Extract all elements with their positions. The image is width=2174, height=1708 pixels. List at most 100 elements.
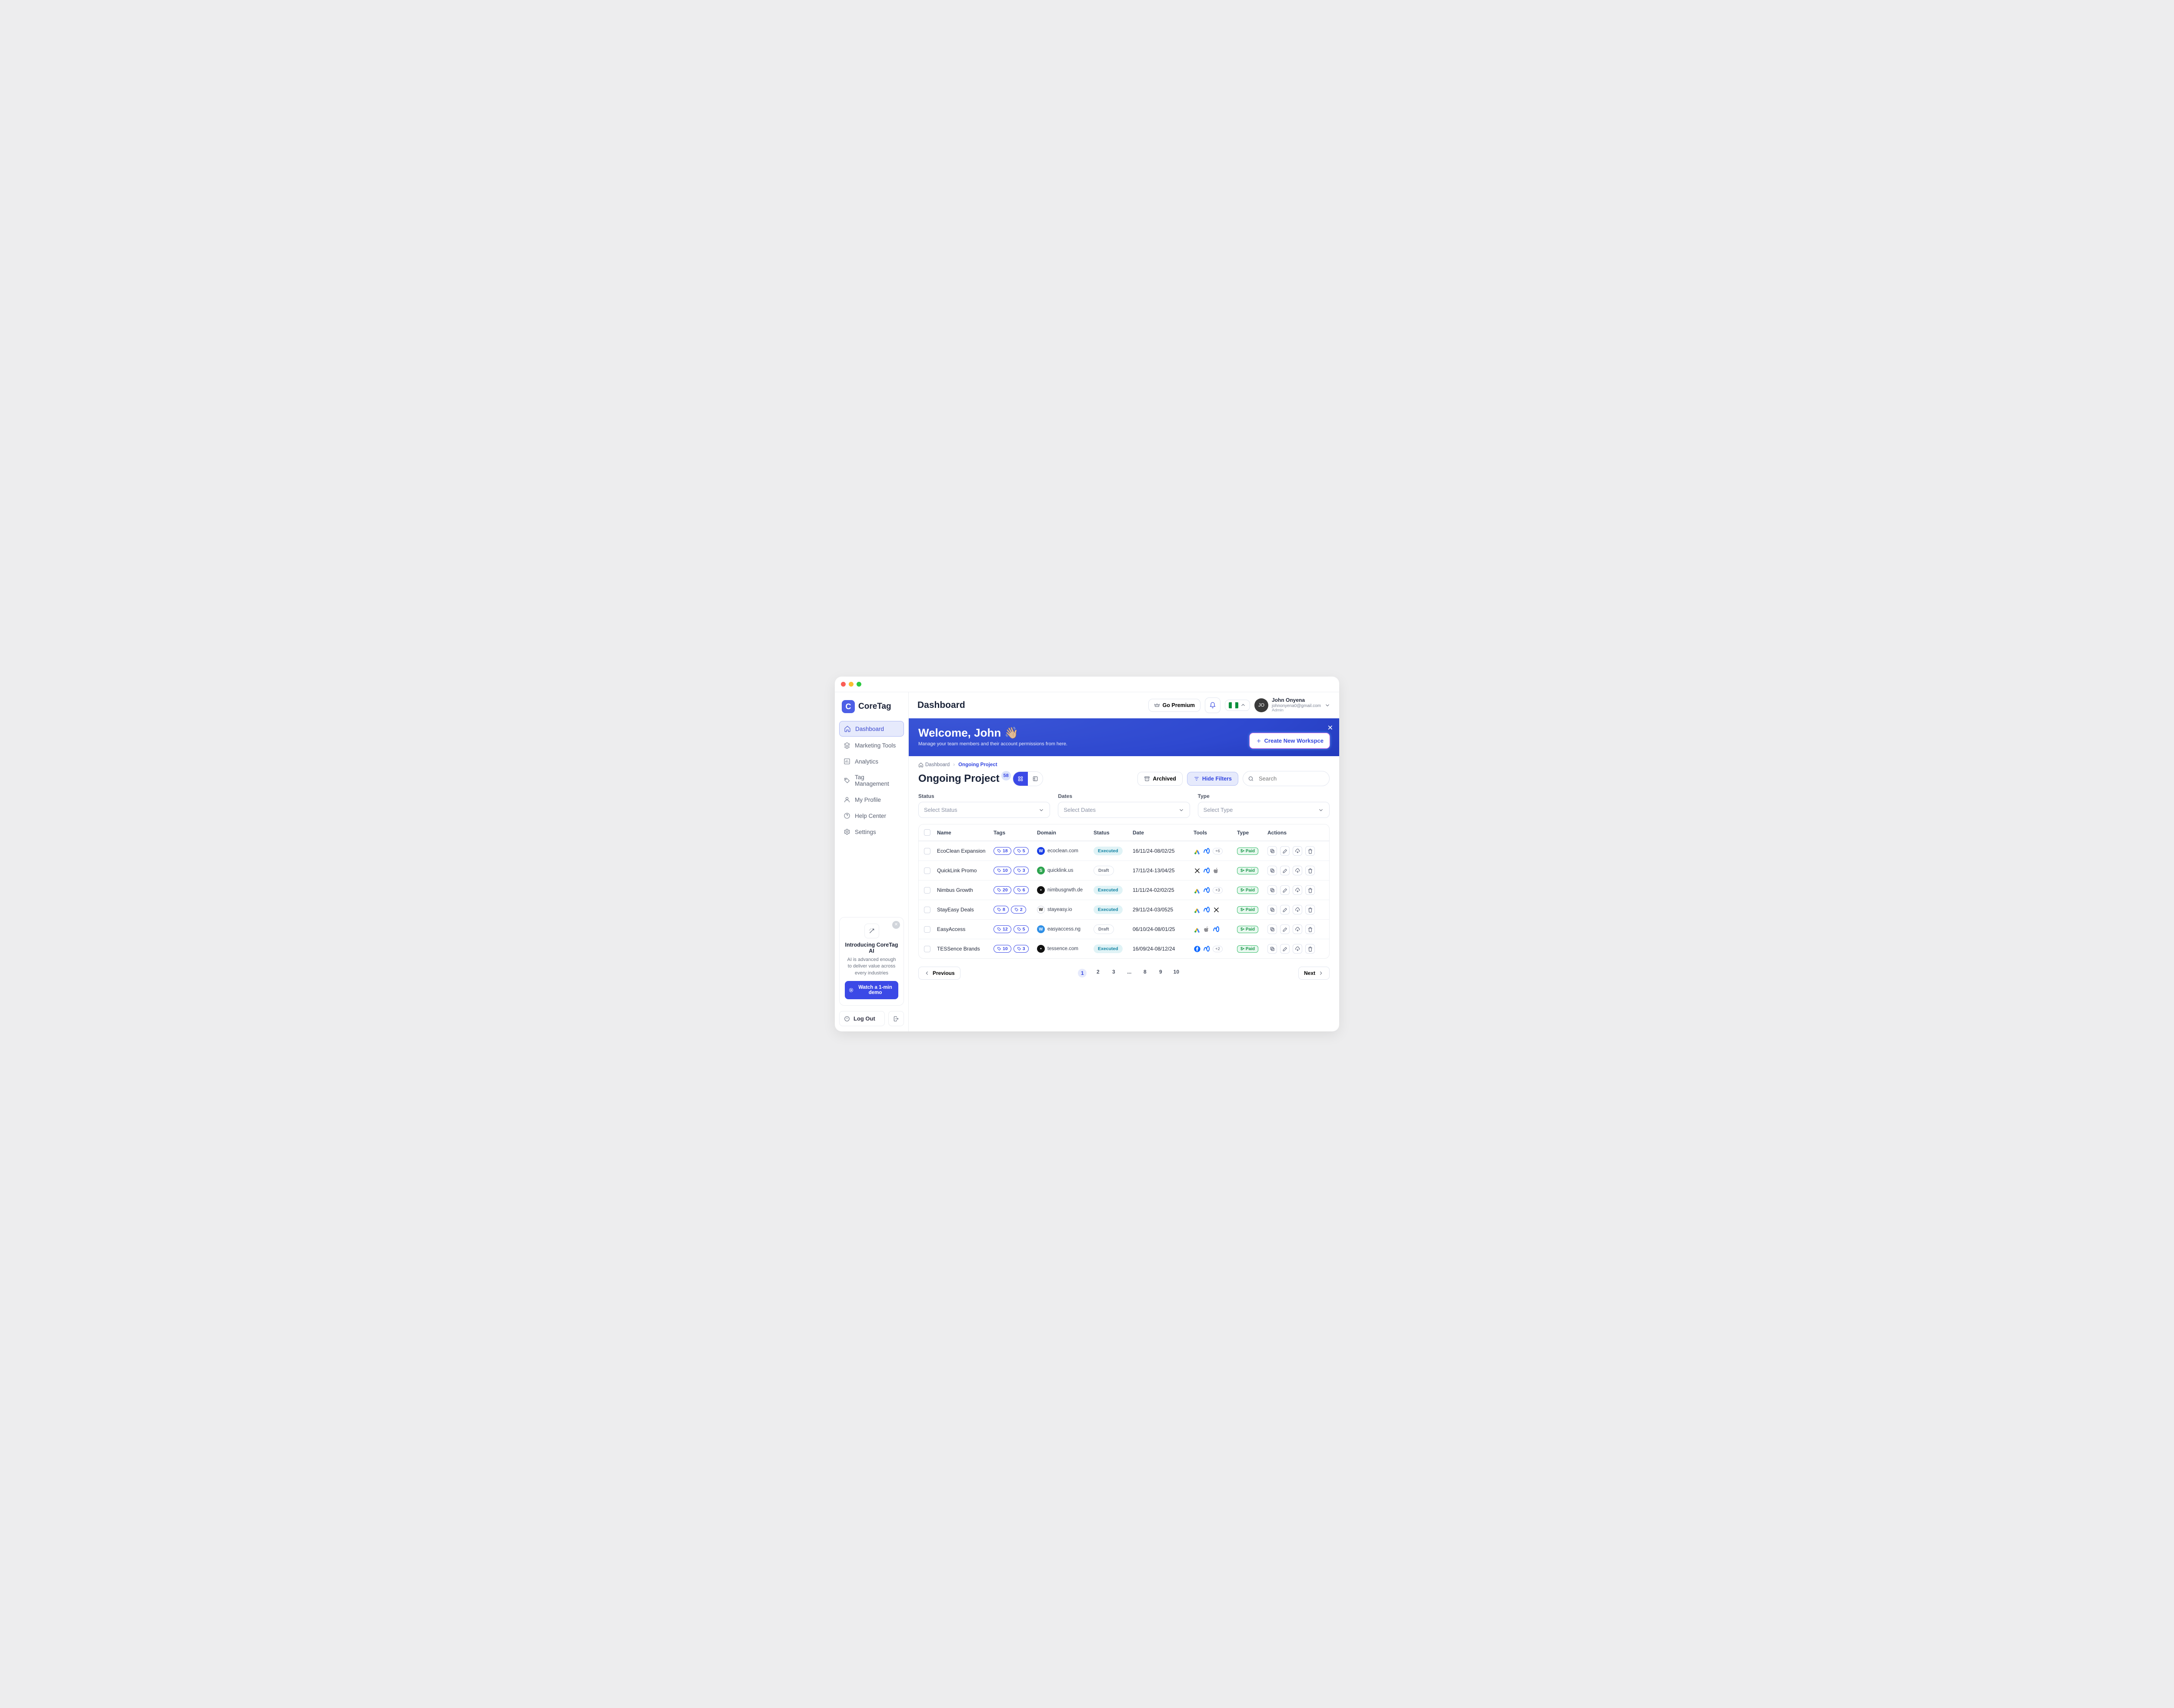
row-trash-button[interactable]: [1305, 905, 1315, 914]
row-checkbox[interactable]: [924, 887, 930, 894]
row-edit-button[interactable]: [1280, 885, 1290, 895]
row-checkbox[interactable]: [924, 946, 930, 952]
row-trash-button[interactable]: [1305, 846, 1315, 856]
domain-cell: S quicklink.us: [1037, 867, 1094, 874]
row-edit-button[interactable]: [1280, 866, 1290, 875]
row-share-button[interactable]: [1293, 905, 1302, 914]
user-menu[interactable]: JO John Onyena johnonyena0@gmail.com Adm…: [1254, 697, 1330, 713]
pager-page[interactable]: 8: [1140, 969, 1149, 977]
window-close-dot[interactable]: [841, 682, 846, 687]
sidebar-item-my-profile[interactable]: My Profile: [839, 792, 904, 807]
favicon-icon: •: [1037, 945, 1045, 953]
search-input[interactable]: [1243, 771, 1330, 786]
tools-cell: [1194, 906, 1237, 914]
pager-page[interactable]: 10: [1172, 969, 1180, 977]
tools-more-chip[interactable]: +3: [1213, 887, 1223, 894]
sidebar-item-help-center[interactable]: Help Center: [839, 808, 904, 823]
tag-count-primary[interactable]: 20: [994, 886, 1011, 894]
row-share-button[interactable]: [1293, 924, 1302, 934]
archived-button[interactable]: Archived: [1137, 772, 1183, 786]
pager-page[interactable]: 9: [1156, 969, 1165, 977]
row-share-button[interactable]: [1293, 885, 1302, 895]
sidebar-item-tag-management[interactable]: Tag Management: [839, 770, 904, 791]
notifications-button[interactable]: [1205, 697, 1220, 713]
tag-count-primary[interactable]: 18: [994, 847, 1011, 855]
favicon-icon: •: [1037, 886, 1045, 894]
tag-pills: 10 3: [994, 945, 1037, 953]
filter-dates-select[interactable]: Select Dates: [1058, 802, 1190, 818]
row-copy-button[interactable]: [1267, 944, 1277, 954]
tag-count-primary[interactable]: 10: [994, 945, 1011, 953]
row-edit-button[interactable]: [1280, 924, 1290, 934]
split-view-button[interactable]: [1028, 772, 1043, 786]
row-checkbox[interactable]: [924, 907, 930, 913]
row-edit-button[interactable]: [1280, 905, 1290, 914]
wand-icon: [864, 924, 879, 938]
row-checkbox[interactable]: [924, 848, 930, 854]
tag-count-secondary[interactable]: 3: [1014, 867, 1029, 874]
ai-promo-close[interactable]: ✕: [892, 921, 900, 929]
row-edit-button[interactable]: [1280, 944, 1290, 954]
pager-page[interactable]: 1: [1078, 969, 1087, 977]
tools-more-chip[interactable]: +6: [1213, 848, 1223, 854]
tag-count-primary[interactable]: 10: [994, 867, 1011, 874]
row-copy-button[interactable]: [1267, 866, 1277, 875]
sidebar-item-settings[interactable]: Settings: [839, 824, 904, 839]
go-premium-button[interactable]: Go Premium: [1148, 699, 1200, 712]
tag-count-secondary[interactable]: 3: [1014, 945, 1029, 953]
tag-count-secondary[interactable]: 5: [1014, 847, 1029, 855]
pager-page[interactable]: 3: [1109, 969, 1118, 977]
filter-status-select[interactable]: Select Status: [918, 802, 1050, 818]
sidebar-item-dashboard[interactable]: Dashboard: [839, 721, 904, 737]
row-trash-button[interactable]: [1305, 866, 1315, 875]
exit-icon-button[interactable]: [888, 1011, 904, 1026]
table-row: EcoClean Expansion 18 5 W ecoclean.com E…: [919, 841, 1329, 861]
ai-promo-cta-button[interactable]: Watch a 1-min demo: [845, 981, 898, 999]
tools-more-chip[interactable]: +2: [1213, 946, 1223, 952]
row-copy-button[interactable]: [1267, 905, 1277, 914]
locale-picker[interactable]: [1225, 700, 1250, 711]
select-all-checkbox[interactable]: [924, 829, 930, 836]
row-actions: [1267, 924, 1324, 934]
row-share-button[interactable]: [1293, 944, 1302, 954]
row-trash-button[interactable]: [1305, 944, 1315, 954]
sidebar-item-analytics[interactable]: Analytics: [839, 754, 904, 769]
sidebar-item-label: Tag Management: [855, 774, 900, 787]
row-share-button[interactable]: [1293, 846, 1302, 856]
tag-count-secondary[interactable]: 2: [1011, 906, 1026, 914]
logout-button[interactable]: Log Out: [839, 1011, 885, 1026]
pager-next-button[interactable]: Next: [1298, 967, 1330, 980]
row-checkbox[interactable]: [924, 926, 930, 933]
window-zoom-dot[interactable]: [857, 682, 861, 687]
pagination: Previous 123...8910 Next: [909, 962, 1339, 987]
favicon-icon: S: [1037, 867, 1045, 874]
window-minimize-dot[interactable]: [849, 682, 854, 687]
wave-emoji: 👋🏼: [1004, 726, 1018, 740]
row-copy-button[interactable]: [1267, 885, 1277, 895]
tag-count-secondary[interactable]: 6: [1014, 886, 1029, 894]
filter-type-select[interactable]: Select Type: [1198, 802, 1330, 818]
create-workspace-button[interactable]: Create New Workspce: [1250, 733, 1330, 748]
pager-page[interactable]: 2: [1094, 969, 1102, 977]
breadcrumb-root[interactable]: Dashboard: [918, 762, 950, 767]
row-edit-button[interactable]: [1280, 846, 1290, 856]
row-trash-button[interactable]: [1305, 885, 1315, 895]
project-name: EasyAccess: [937, 926, 994, 932]
date-range: 29/11/24-03/0525: [1133, 907, 1194, 913]
pager-prev-button[interactable]: Previous: [918, 967, 960, 980]
row-copy-button[interactable]: [1267, 846, 1277, 856]
sidebar-item-marketing-tools[interactable]: Marketing Tools: [839, 738, 904, 753]
row-copy-button[interactable]: [1267, 924, 1277, 934]
tag-count-secondary[interactable]: 5: [1014, 925, 1029, 933]
row-trash-button[interactable]: [1305, 924, 1315, 934]
grid-view-button[interactable]: [1013, 772, 1028, 786]
tag-count-primary[interactable]: 8: [994, 906, 1009, 914]
project-name: TESSence Brands: [937, 946, 994, 952]
row-checkbox[interactable]: [924, 867, 930, 874]
avatar: JO: [1254, 698, 1268, 712]
tag-count-primary[interactable]: 12: [994, 925, 1011, 933]
banner-close-icon[interactable]: ✕: [1327, 724, 1333, 732]
main-area: Dashboard Go Premium JO: [909, 692, 1339, 1031]
hide-filters-button[interactable]: Hide Filters: [1187, 772, 1238, 786]
row-share-button[interactable]: [1293, 866, 1302, 875]
